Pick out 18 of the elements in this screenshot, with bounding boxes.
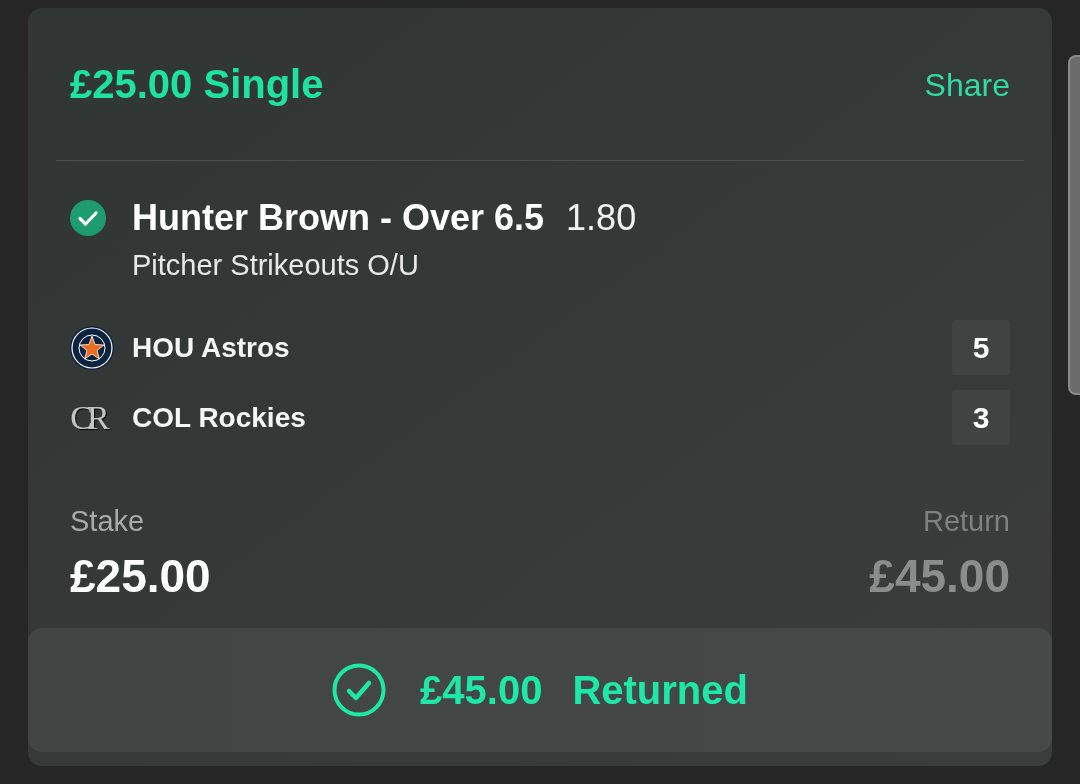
team-score: 3 <box>952 390 1010 445</box>
return-label: Return <box>922 504 1010 538</box>
team-score: 5 <box>952 320 1010 375</box>
selection-name: Hunter Brown - Over 6.5 <box>132 198 545 238</box>
scrollbar-thumb[interactable] <box>1068 55 1080 395</box>
returned-amount: £45.00 <box>420 667 543 714</box>
star-badge-icon <box>70 325 114 370</box>
stake-label: Stake <box>70 504 145 538</box>
selection-odds: 1.80 <box>566 198 637 238</box>
returned-label: Returned <box>572 667 748 714</box>
return-amount: £45.00 <box>869 550 1010 602</box>
team-name: HOU Astros <box>132 330 290 365</box>
share-link[interactable]: Share <box>924 63 1010 105</box>
bet-title: £25.00 Single <box>70 61 324 108</box>
market-name: Pitcher Strikeouts O/U <box>132 249 419 281</box>
stake-amount: £25.00 <box>70 550 211 602</box>
team-name: COL Rockies <box>132 400 306 435</box>
team-monogram: CR <box>69 397 106 438</box>
